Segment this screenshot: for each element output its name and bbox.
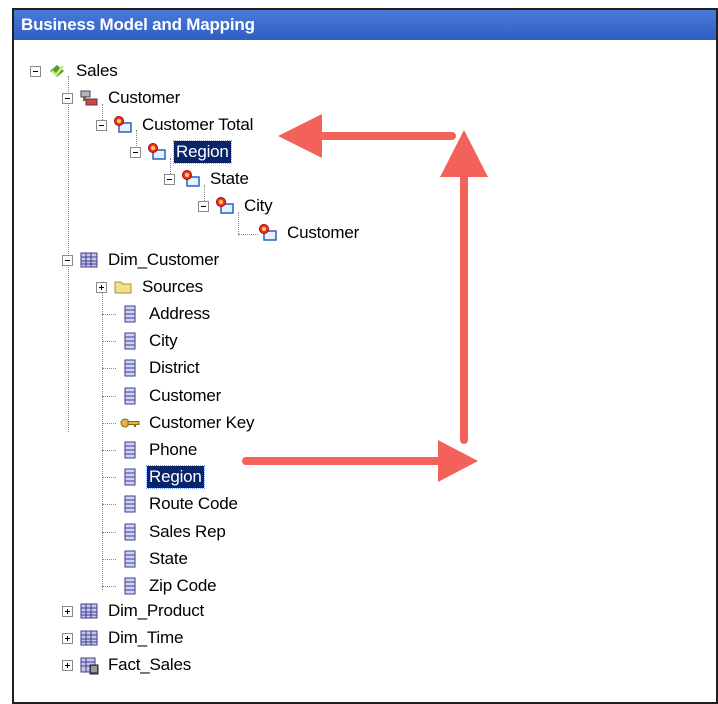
- collapse-toggle[interactable]: [62, 254, 73, 266]
- node-label: Customer: [149, 385, 222, 405]
- tree-node-customer-total[interactable]: Customer Total: [96, 113, 255, 137]
- column-icon: [124, 387, 136, 405]
- collapse-toggle[interactable]: [30, 65, 41, 77]
- column-icon: [124, 550, 136, 568]
- tree-view: Sales Customer Customer Total Region Sta…: [14, 42, 716, 702]
- table-icon: [80, 603, 98, 619]
- node-label: City: [244, 196, 273, 215]
- tree-node-column[interactable]: Region: [102, 465, 205, 490]
- tree-node-dim-time[interactable]: Dim_Time: [62, 626, 185, 650]
- node-label: Fact_Sales: [108, 655, 192, 674]
- tree-guide-line: [102, 504, 116, 506]
- key-icon: [120, 418, 140, 428]
- node-label: Dim_Product: [108, 601, 205, 620]
- node-label: Dim_Customer: [108, 250, 219, 269]
- tree-node-column[interactable]: Phone: [102, 438, 199, 462]
- tree-node-column[interactable]: Route Code: [102, 492, 240, 516]
- table-icon: [80, 630, 98, 646]
- tree-node-column[interactable]: State: [102, 547, 190, 571]
- tree-node-column[interactable]: Sales Rep: [102, 520, 228, 544]
- tree-node-fact-sales[interactable]: Fact_Sales: [62, 653, 193, 677]
- node-label: State: [210, 169, 249, 188]
- tree-node-customer-dimension[interactable]: Customer: [62, 86, 182, 110]
- tree-guide-line: [102, 531, 116, 533]
- tree-node-sales[interactable]: Sales: [30, 59, 120, 83]
- node-label: Zip Code: [149, 576, 217, 595]
- node-label: District: [149, 358, 200, 378]
- collapse-toggle[interactable]: [164, 173, 175, 185]
- node-label: City: [149, 331, 178, 351]
- level-icon: [216, 197, 234, 214]
- tree-guide-line: [238, 234, 258, 235]
- node-label-selected: Region: [146, 465, 205, 490]
- collapse-toggle[interactable]: [96, 119, 107, 131]
- tree-node-dim-product[interactable]: Dim_Product: [62, 599, 206, 623]
- node-label: Sales: [76, 61, 118, 80]
- expand-toggle[interactable]: [62, 632, 73, 644]
- column-icon: [124, 332, 136, 350]
- tree-node-region-level[interactable]: Region: [130, 140, 232, 164]
- node-label-selected: Region: [173, 140, 232, 164]
- column-icon: [124, 577, 136, 595]
- level-icon: [259, 224, 277, 241]
- tree-node-column[interactable]: District: [102, 356, 201, 380]
- node-label: Address: [149, 304, 210, 323]
- folder-icon: [114, 281, 132, 294]
- business-model-check-icon: [50, 65, 64, 77]
- node-label: Customer Total: [142, 115, 254, 134]
- tree-guide-line: [102, 395, 116, 397]
- table-icon: [80, 252, 98, 268]
- expand-toggle[interactable]: [96, 281, 107, 293]
- node-label: State: [149, 548, 188, 568]
- column-icon: [124, 359, 136, 377]
- tree-node-column[interactable]: City: [102, 329, 179, 353]
- tree-node-state-level[interactable]: State: [164, 167, 251, 191]
- tree-node-column[interactable]: Customer Key: [102, 411, 256, 435]
- node-label: Sales Rep: [149, 521, 226, 541]
- node-label: Customer Key: [149, 412, 255, 432]
- fact-table-icon: [80, 657, 99, 675]
- node-label: Customer: [287, 223, 360, 242]
- node-label: Route Code: [149, 494, 238, 514]
- dimension-hierarchy-icon: [80, 90, 98, 106]
- tree-guide-line: [102, 450, 116, 451]
- collapse-toggle[interactable]: [130, 146, 141, 158]
- column-icon: [124, 495, 136, 513]
- tree-node-column[interactable]: Customer: [102, 384, 223, 408]
- tree-node-city-level[interactable]: City: [198, 194, 274, 218]
- tree-node-dim-customer[interactable]: Dim_Customer: [62, 248, 221, 272]
- tree-guide-line: [102, 586, 116, 587]
- node-label: Sources: [142, 277, 203, 296]
- level-icon: [114, 116, 132, 133]
- column-icon: [124, 305, 136, 323]
- level-icon: [148, 143, 166, 160]
- tree-node-column[interactable]: Zip Code: [102, 574, 218, 598]
- tree-guide-line: [102, 292, 103, 590]
- panel-title: Business Model and Mapping: [14, 10, 716, 40]
- tree-node-customer-level[interactable]: Customer: [258, 221, 361, 245]
- business-model-panel: Business Model and Mapping Sales Custome…: [12, 8, 718, 704]
- tree-node-sources[interactable]: Sources: [96, 275, 205, 299]
- collapse-toggle[interactable]: [198, 200, 209, 212]
- collapse-toggle[interactable]: [62, 92, 73, 104]
- column-icon: [124, 441, 136, 459]
- node-label: Customer: [108, 88, 181, 107]
- node-label: Dim_Time: [108, 628, 184, 647]
- tree-guide-line: [102, 368, 116, 370]
- expand-toggle[interactable]: [62, 605, 73, 617]
- expand-toggle[interactable]: [62, 659, 73, 671]
- tree-guide-line: [102, 422, 116, 424]
- tree-node-column[interactable]: Address: [102, 302, 212, 326]
- node-label: Phone: [149, 440, 198, 459]
- tree-guide-line: [102, 558, 116, 560]
- column-icon: [124, 523, 136, 541]
- tree-guide-line: [102, 341, 116, 343]
- column-icon: [124, 468, 136, 486]
- tree-guide-line: [102, 314, 116, 315]
- tree-guide-line: [102, 477, 116, 479]
- level-icon: [182, 170, 200, 187]
